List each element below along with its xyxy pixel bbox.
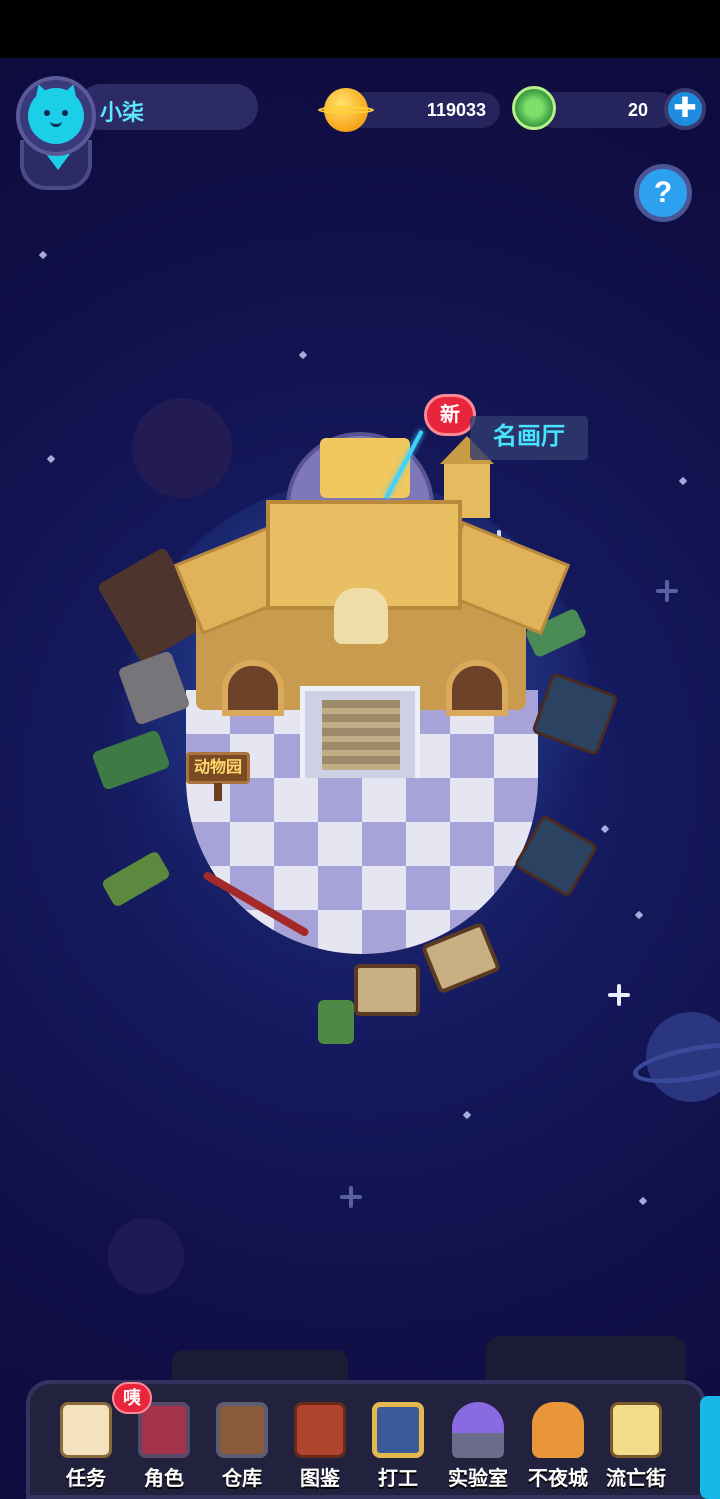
dock-item-label: 任务 (66, 1468, 106, 1490)
dock-item-character[interactable]: 角色 (126, 1400, 202, 1496)
cat-avatar-icon (28, 81, 84, 144)
dock-item-label: 图鉴 (300, 1468, 340, 1490)
dock-item-warehouse[interactable]: 仓库 (204, 1400, 280, 1496)
book-icon (294, 1402, 346, 1458)
dock-item-codex[interactable]: 图鉴 (282, 1400, 358, 1496)
plant-decor (318, 1000, 354, 1044)
dock-item-label: 仓库 (222, 1468, 262, 1490)
dock-item-lab[interactable]: 实验室 (440, 1400, 516, 1496)
star (38, 250, 48, 260)
help-button[interactable]: ? (634, 164, 692, 222)
dock-item-exile-street[interactable]: 流亡街 (598, 1400, 674, 1496)
archway (222, 660, 284, 716)
plant-decor (100, 850, 172, 908)
question-icon: ? (653, 176, 673, 209)
sparkle (608, 984, 630, 1006)
zoo-sign-text: 动物园 (193, 759, 242, 776)
username: 小柒 (100, 100, 145, 125)
dome-clock (320, 438, 410, 498)
coin-value: 119033 (426, 100, 486, 120)
dock-item-tasks[interactable]: 任务 (48, 1400, 124, 1496)
dock-item-label: 打工 (378, 1468, 418, 1490)
chest-icon (216, 1402, 268, 1458)
painting-frame (354, 964, 420, 1016)
tv-icon (372, 1402, 424, 1458)
alert-badge-label: 咦 (123, 1388, 141, 1408)
sparkle (340, 1186, 362, 1208)
dock-item-label: 角色 (144, 1468, 184, 1490)
archway (446, 660, 508, 716)
fox-city-icon (532, 1402, 584, 1458)
add-currency-button[interactable]: ✚ (664, 88, 706, 130)
sparkle (656, 580, 678, 602)
cat-statue (334, 588, 388, 644)
green-gem-icon (512, 86, 556, 130)
lab-icon (452, 1402, 504, 1458)
dock-item-label: 实验室 (448, 1468, 508, 1490)
planet-coin-icon (318, 88, 374, 132)
star (638, 1196, 648, 1206)
scroll-icon (60, 1402, 112, 1458)
pirate-cat-icon (610, 1402, 662, 1458)
star (634, 910, 644, 920)
entrance-steps (322, 700, 400, 770)
star (678, 476, 688, 486)
dock-item-work[interactable]: 打工 (360, 1400, 436, 1496)
gallery-label-text: 名画厅 (493, 423, 565, 450)
plus-icon: ✚ (673, 92, 697, 123)
dock-side-tab[interactable] (700, 1396, 720, 1499)
gallery-location-label[interactable]: 名画厅 (470, 416, 588, 460)
zoo-signpost[interactable]: 动物园 (186, 752, 250, 801)
star (600, 824, 610, 834)
new-badge-label: 新 (440, 404, 460, 426)
character-alert-badge: 咦 (112, 1382, 152, 1414)
gem-value: 20 (627, 100, 648, 120)
new-badge: 新 (424, 394, 476, 436)
star (298, 350, 308, 360)
background-planet (132, 398, 232, 498)
star (46, 454, 56, 464)
dock-item-label: 不夜城 (528, 1468, 588, 1490)
background-planet (108, 1218, 184, 1294)
avatar[interactable] (16, 76, 96, 156)
status-bar (0, 0, 720, 58)
dock-item-label: 流亡街 (606, 1468, 666, 1490)
dock-item-night-city[interactable]: 不夜城 (520, 1400, 596, 1496)
star (462, 1110, 472, 1120)
